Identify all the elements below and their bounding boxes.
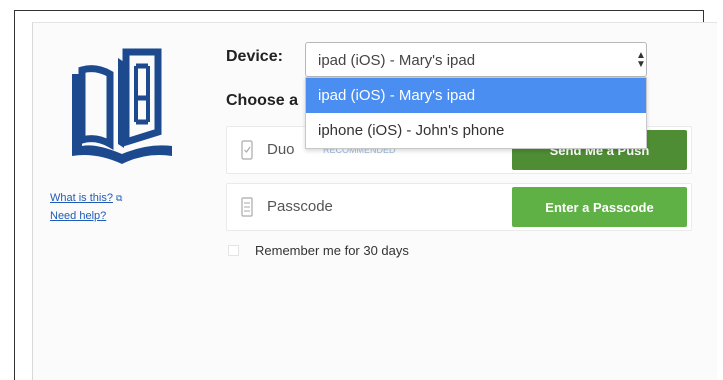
device-option[interactable]: ipad (iOS) - Mary's ipad [306,78,646,113]
device-select[interactable]: ipad (iOS) - Mary's ipad ▲ ▼ [305,42,647,77]
push-method-name: Duo [267,141,295,158]
book-logo-icon [72,48,172,164]
device-option[interactable]: iphone (iOS) - John's phone [306,113,646,148]
chevron-updown-icon: ▲ ▼ [636,50,646,70]
device-select-value: ipad (iOS) - Mary's ipad [318,52,476,69]
passcode-method-row: Passcode Enter a Passcode [226,183,692,231]
device-label: Device: [226,48,283,65]
remember-me-label: Remember me for 30 days [255,243,409,258]
what-is-this-label: What is this? [50,192,113,204]
phone-icon [241,140,253,160]
keypad-icon [241,197,253,217]
choose-method-heading: Choose a [226,92,299,109]
need-help-link[interactable]: Need help? [50,210,106,222]
device-dropdown-list: ipad (iOS) - Mary's ipad iphone (iOS) - … [305,77,647,149]
external-link-icon: ⧉ [115,193,123,203]
what-is-this-link[interactable]: What is this? ⧉ [50,192,122,204]
remember-me-checkbox[interactable] [228,245,239,256]
remember-me-option[interactable]: Remember me for 30 days [228,243,409,258]
need-help-label: Need help? [50,210,107,222]
passcode-method-name: Passcode [267,198,333,215]
enter-passcode-button[interactable]: Enter a Passcode [512,187,687,227]
